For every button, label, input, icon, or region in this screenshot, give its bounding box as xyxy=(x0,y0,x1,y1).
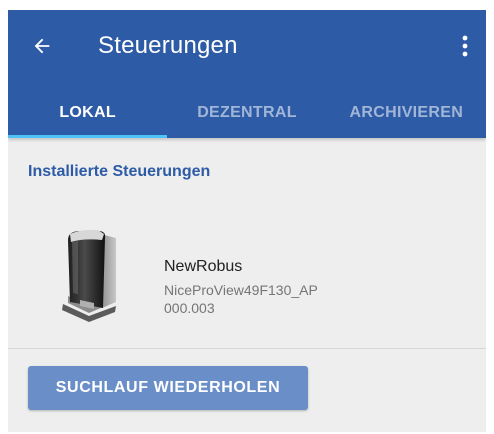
gate-motor-icon xyxy=(62,229,116,322)
tab-label: DEZENTRAL xyxy=(197,104,297,121)
arrow-left-icon xyxy=(34,38,50,54)
tab-indicator xyxy=(8,135,168,138)
tab-bar: LOKAL DEZENTRAL ARCHIVIEREN xyxy=(8,88,486,138)
device-list-item[interactable]: NewRobus NiceProView49F130_AP 000.003 xyxy=(8,198,486,348)
page-title: Steuerungen xyxy=(98,32,238,59)
tab-archivieren[interactable]: ARCHIVIEREN xyxy=(327,88,486,138)
back-button[interactable] xyxy=(24,28,60,64)
device-identifier: NiceProView49F130_AP xyxy=(164,282,318,298)
device-version: 000.003 xyxy=(164,300,215,316)
tab-label: ARCHIVIEREN xyxy=(349,104,464,121)
tab-label: LOKAL xyxy=(59,104,116,121)
app-screen: Steuerungen LOKAL DEZENTRAL ARCHIVIEREN xyxy=(8,10,486,432)
app-bar: Steuerungen LOKAL DEZENTRAL ARCHIVIEREN xyxy=(8,10,486,138)
device-name: NewRobus xyxy=(164,258,243,275)
more-vertical-icon xyxy=(462,35,468,57)
section-header: Installierte Steuerungen xyxy=(28,163,211,180)
repeat-scan-button[interactable]: SUCHLAUF WIEDERHOLEN xyxy=(28,366,308,410)
overflow-menu-button[interactable] xyxy=(450,28,480,64)
tab-lokal[interactable]: LOKAL xyxy=(8,88,168,138)
divider xyxy=(8,348,486,349)
tab-dezentral[interactable]: DEZENTRAL xyxy=(167,88,326,138)
toolbar: Steuerungen xyxy=(8,10,486,80)
